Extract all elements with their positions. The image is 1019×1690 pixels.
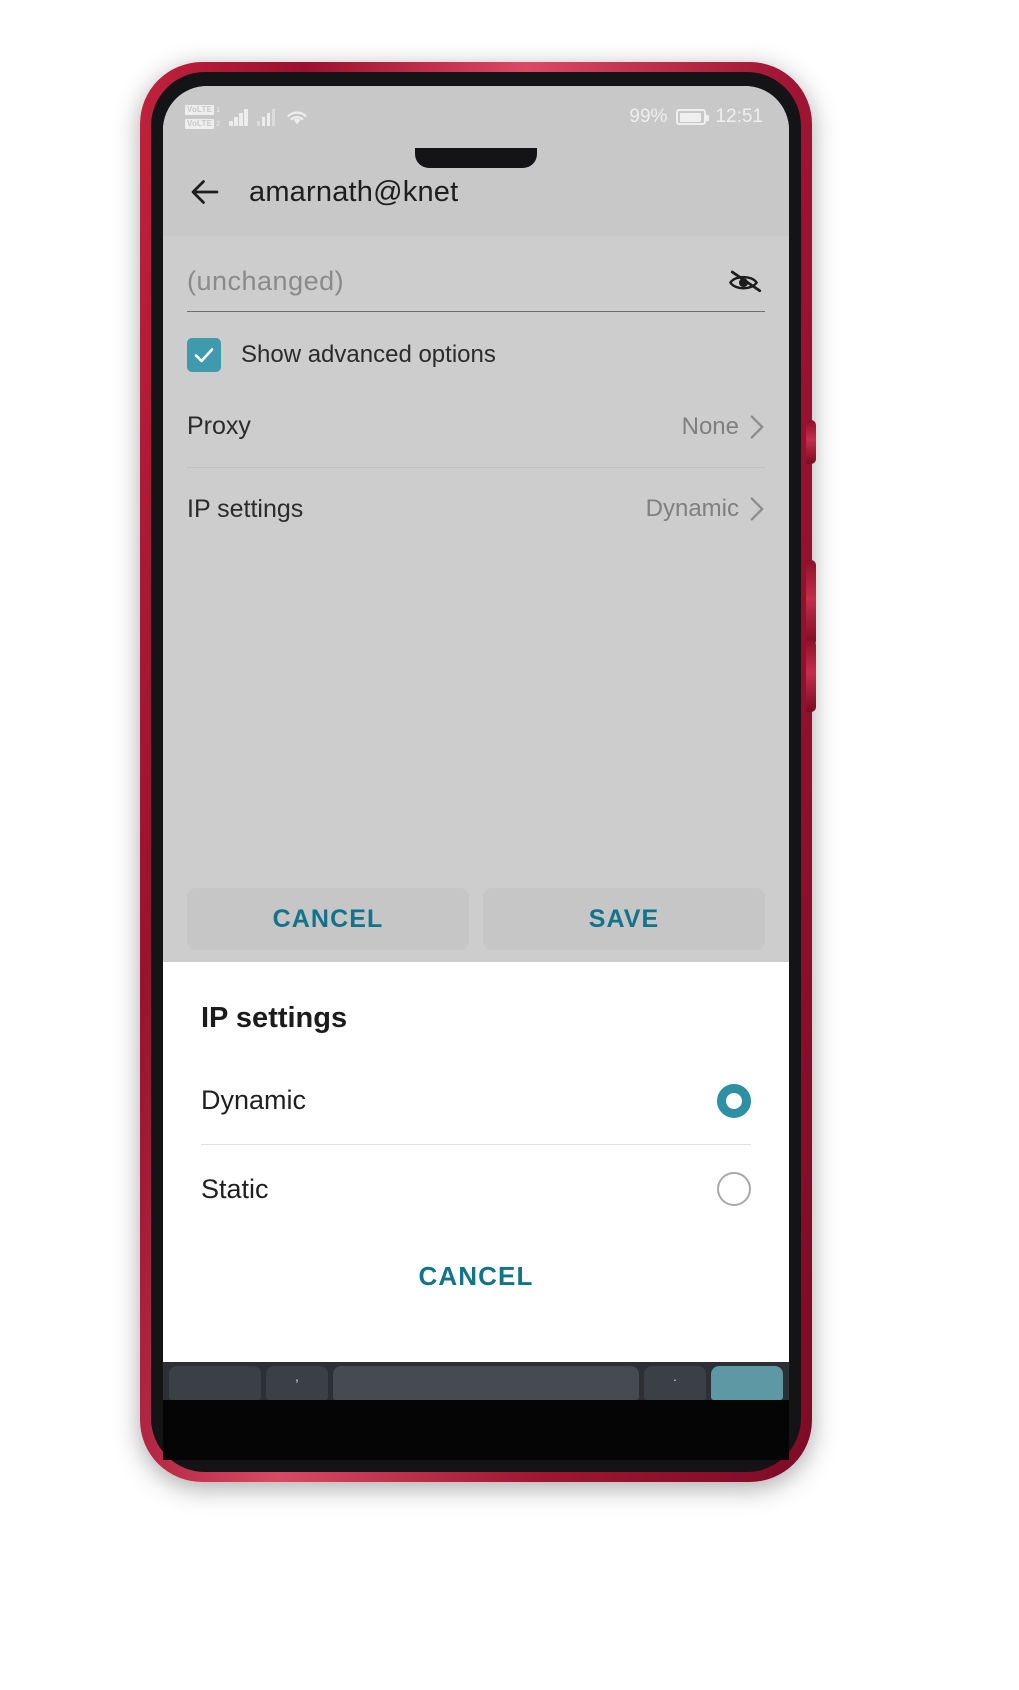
signal-bars-sim2-icon [256, 108, 276, 126]
advanced-options-checkbox[interactable] [187, 338, 221, 372]
volte-sim2: VoLTE 2 [185, 119, 220, 129]
wifi-edit-form: (unchanged) Show advanced options Proxy [163, 236, 789, 962]
show-advanced-options-row[interactable]: Show advanced options [187, 338, 765, 372]
key-period[interactable]: . [644, 1366, 706, 1400]
key-space[interactable] [333, 1366, 639, 1400]
power-button[interactable] [806, 420, 816, 464]
proxy-label: Proxy [187, 412, 251, 440]
dialog-title: IP settings [201, 1002, 348, 1034]
volte-sim1: VoLTE 1 [185, 105, 220, 115]
battery-percent: 99% [629, 106, 668, 127]
key-period-label: . [673, 1368, 677, 1384]
phone-chin [163, 1400, 789, 1460]
volume-down-button[interactable] [806, 640, 816, 712]
chevron-right-icon [750, 414, 764, 439]
form-actions: CANCEL SAVE [163, 888, 789, 962]
screenshot-stage: VoLTE 1 VoLTE 2 99% 12:51 amarnath@knet … [0, 0, 1019, 1690]
eye-off-icon[interactable] [727, 267, 765, 297]
option-static[interactable]: Static [201, 1145, 751, 1233]
cancel-button[interactable]: CANCEL [187, 888, 469, 950]
ip-settings-value-group: Dynamic [646, 495, 765, 523]
key-comma-label: , [295, 1368, 299, 1384]
advanced-options-label: Show advanced options [241, 341, 496, 368]
status-bar: VoLTE 1 VoLTE 2 99% 12:51 [163, 86, 789, 148]
option-static-label: Static [201, 1173, 269, 1204]
volte-badge-icon: VoLTE [185, 119, 215, 129]
ip-settings-dialog: IP settings Dynamic Static CANCEL [163, 962, 789, 1362]
volte-badge-icon: VoLTE [185, 105, 215, 115]
arrow-left-icon[interactable] [187, 174, 223, 210]
option-dynamic-label: Dynamic [201, 1085, 307, 1115]
proxy-value-group: None [682, 413, 765, 441]
save-button[interactable]: SAVE [483, 888, 765, 950]
page-title: amarnath@knet [249, 175, 459, 208]
check-icon [194, 348, 214, 363]
screen-notch [415, 148, 537, 168]
option-dynamic[interactable]: Dynamic [201, 1057, 751, 1145]
phone-screen: VoLTE 1 VoLTE 2 99% 12:51 amarnath@knet … [163, 86, 789, 1460]
password-input[interactable]: (unchanged) [187, 266, 344, 297]
status-bar-left: VoLTE 1 VoLTE 2 [185, 105, 310, 129]
radio-dynamic[interactable] [717, 1083, 751, 1118]
keyboard-bottom-row: , . [163, 1362, 789, 1402]
clock: 12:51 [715, 106, 763, 127]
proxy-row[interactable]: Proxy None [187, 386, 765, 468]
volume-up-button[interactable] [806, 560, 816, 646]
radio-static[interactable] [717, 1172, 751, 1206]
ip-settings-row[interactable]: IP settings Dynamic [187, 468, 765, 550]
dialog-cancel-button[interactable]: CANCEL [163, 1249, 789, 1310]
volte-indicators: VoLTE 1 VoLTE 2 [185, 105, 220, 129]
key-enter[interactable] [711, 1366, 783, 1400]
proxy-value: None [681, 412, 739, 440]
key-symbols[interactable] [169, 1366, 261, 1400]
status-bar-right: 99% 12:51 [629, 106, 763, 128]
sim2-number: 2 [216, 121, 221, 128]
ip-settings-value: Dynamic [645, 495, 739, 522]
battery-icon [676, 109, 710, 125]
wifi-icon [287, 111, 307, 125]
chevron-right-icon [750, 497, 764, 521]
key-comma[interactable]: , [266, 1366, 328, 1400]
sim1-number: 1 [216, 107, 221, 114]
signal-bars-sim1-icon [229, 108, 248, 126]
password-field-row[interactable]: (unchanged) [187, 266, 765, 312]
ip-settings-label: IP settings [187, 494, 304, 523]
